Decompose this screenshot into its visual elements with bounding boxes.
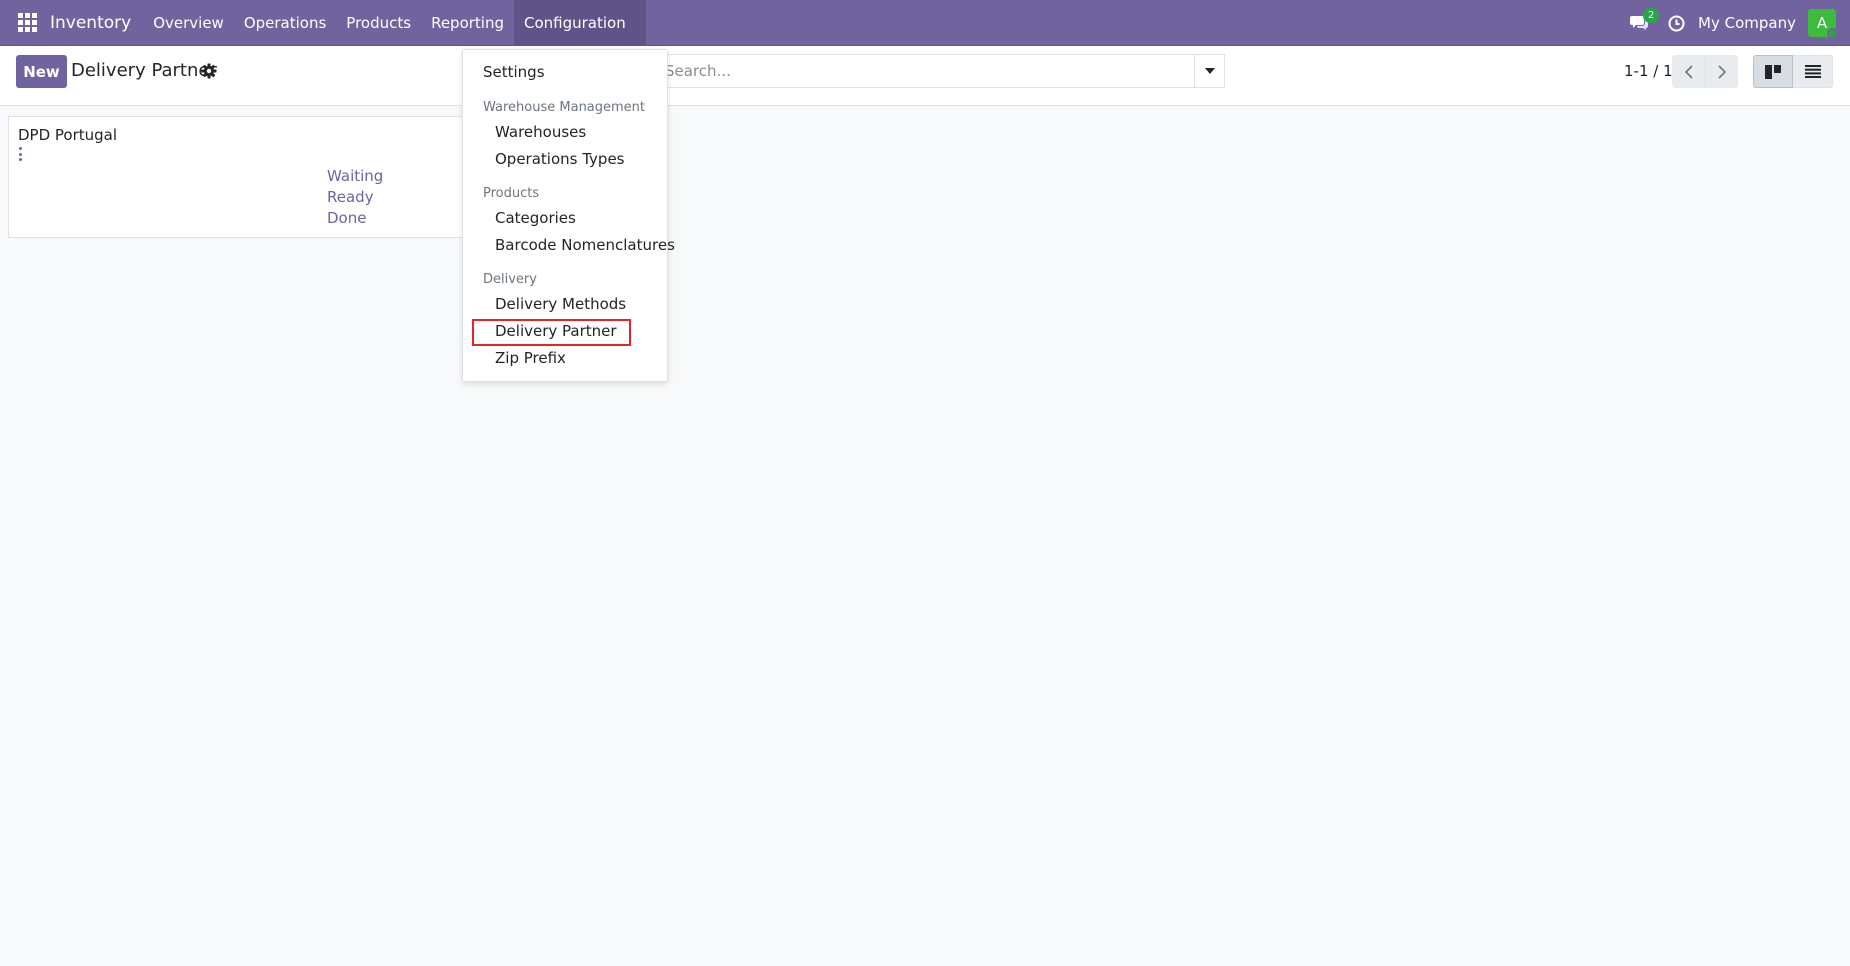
chevron-left-icon: [1684, 64, 1693, 79]
menu-configuration[interactable]: Configuration: [514, 0, 646, 46]
messages-count-badge: 2: [1643, 8, 1660, 23]
messages-icon[interactable]: 2: [1630, 8, 1660, 33]
control-panel: New Delivery Partner Search... 1-1 / 1: [0, 46, 1850, 106]
company-switcher[interactable]: My Company: [1698, 14, 1796, 32]
menu-item-operations-types[interactable]: Operations Types: [495, 150, 625, 168]
section-header-warehouse-management: Warehouse Management: [483, 100, 646, 115]
menu-operations[interactable]: Operations: [234, 0, 336, 46]
caret-down-icon: [1204, 68, 1215, 74]
menu-products[interactable]: Products: [336, 0, 421, 46]
pager-next-button[interactable]: [1705, 55, 1738, 88]
kanban-card[interactable]: DPD Portugal Waiting Ready Done: [8, 116, 468, 238]
chevron-right-icon: [1718, 64, 1726, 79]
menu-item-barcode-nomenclatures[interactable]: Barcode Nomenclatures: [495, 236, 675, 254]
card-link-ready[interactable]: Ready: [327, 188, 374, 206]
menu-item-categories[interactable]: Categories: [495, 209, 576, 227]
card-link-waiting[interactable]: Waiting: [327, 167, 383, 185]
list-view-button[interactable]: [1793, 55, 1833, 88]
menu-overview[interactable]: Overview: [143, 0, 234, 46]
menu-item-delivery-methods[interactable]: Delivery Methods: [495, 295, 626, 313]
highlight-box: [472, 319, 631, 346]
page-title[interactable]: Delivery Partner: [71, 60, 217, 81]
kanban-icon: [1765, 64, 1781, 79]
menu-item-warehouses[interactable]: Warehouses: [495, 123, 586, 141]
configuration-dropdown: Settings Warehouse Management Warehouses…: [462, 49, 675, 382]
list-icon: [1804, 65, 1821, 78]
top-navbar: Inventory Overview Operations Products R…: [0, 0, 1850, 46]
pager-value[interactable]: 1-1 / 1: [1624, 62, 1673, 80]
new-button[interactable]: New: [16, 55, 67, 88]
app-name[interactable]: Inventory: [50, 0, 143, 46]
menu-reporting[interactable]: Reporting: [421, 0, 514, 46]
gear-icon[interactable]: [201, 63, 217, 79]
search-input[interactable]: Search...: [648, 54, 1195, 88]
search-options-toggle[interactable]: [1195, 54, 1225, 88]
search-placeholder: Search...: [665, 62, 731, 80]
apps-menu-icon[interactable]: [4, 0, 50, 46]
kanban-view-button[interactable]: [1753, 55, 1793, 88]
card-link-done[interactable]: Done: [327, 209, 366, 227]
pager-previous-button[interactable]: [1672, 55, 1705, 88]
card-dropdown-icon[interactable]: [17, 147, 23, 161]
online-status-dot: [1827, 28, 1838, 39]
avatar-letter: A: [1816, 14, 1828, 32]
card-title[interactable]: DPD Portugal: [18, 126, 117, 144]
section-header-products: Products: [483, 186, 540, 201]
menu-item-settings[interactable]: Settings: [483, 63, 545, 81]
menu-item-zip-prefix[interactable]: Zip Prefix: [495, 349, 566, 367]
section-header-delivery: Delivery: [483, 272, 537, 287]
user-avatar[interactable]: A: [1808, 9, 1838, 39]
activity-clock-icon[interactable]: [1666, 13, 1686, 33]
